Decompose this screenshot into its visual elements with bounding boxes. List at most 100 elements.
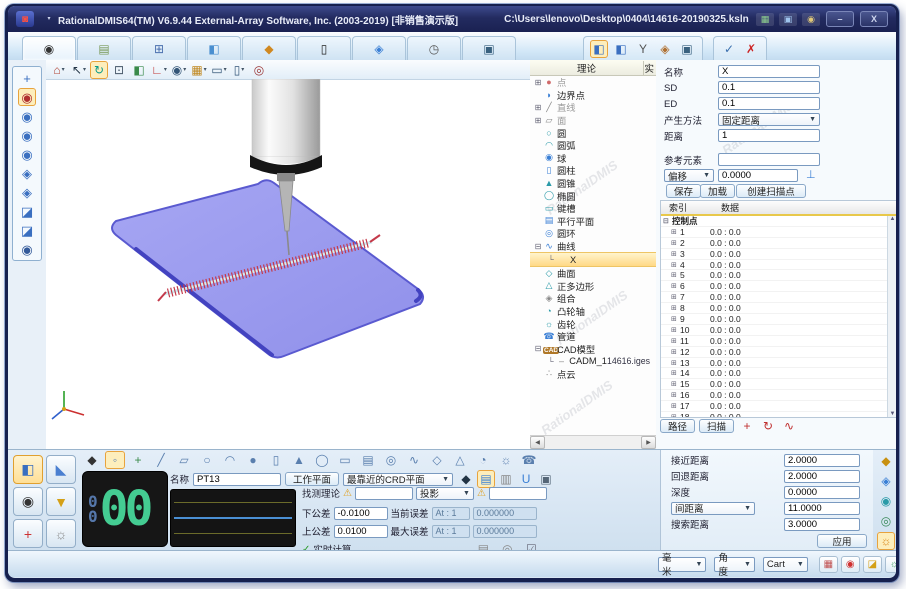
tree-item-slot[interactable]: ▭键槽 [530, 202, 656, 215]
gear-strip-icon[interactable]: ☼ [877, 532, 895, 550]
cylinder-view-icon[interactable]: ▯▾ [230, 61, 248, 79]
control-point-row-10[interactable]: ⊞100.0 : 0.0 [661, 325, 888, 336]
scroll-left-icon[interactable]: ◀ [530, 436, 545, 449]
fit-view-icon[interactable]: ◧ [130, 61, 148, 79]
control-point-row-5[interactable]: ⊞50.0 : 0.0 [661, 270, 888, 281]
pitch-select[interactable]: 间距离▼ [671, 502, 755, 515]
tree-item-curve-x[interactable]: └X [530, 252, 656, 267]
projection-input[interactable] [489, 487, 547, 500]
save-button[interactable]: 保存 [666, 184, 701, 198]
minimize-button[interactable]: – [826, 11, 854, 27]
probe-toggle-icon[interactable]: ◎ [250, 61, 268, 79]
tree-item-polygon[interactable]: △正多边形 [530, 280, 656, 293]
find-theory-input[interactable] [355, 487, 413, 500]
probe-mode-9-icon[interactable]: ◉ [18, 240, 36, 258]
tree-item-parallel-planes[interactable]: ▤平行平面 [530, 215, 656, 228]
rotate-view-icon[interactable]: ↻ [90, 61, 108, 79]
depth-input[interactable] [784, 486, 860, 499]
table-vscrollbar[interactable]: ▲ ▼ [887, 216, 896, 417]
view-cube-icon[interactable]: ◧ [590, 40, 608, 58]
scene-canvas[interactable] [46, 79, 530, 449]
probe-mode-3-icon[interactable]: ◉ [18, 126, 36, 144]
tree-item-plane[interactable]: ⊞▱面 [530, 114, 656, 127]
tree-item-arc[interactable]: ◠圆弧 [530, 139, 656, 152]
ref-element-input[interactable] [718, 153, 820, 166]
scan-button[interactable]: 扫描 [699, 419, 734, 433]
pitch-input[interactable] [784, 502, 860, 515]
probe-t-icon[interactable]: Y [634, 40, 652, 58]
search-distance-input[interactable] [784, 518, 860, 531]
curve-feature-icon[interactable]: ∿ [404, 451, 424, 469]
probe-alarm-icon[interactable]: ◉ [841, 556, 860, 573]
visibility-eye-icon[interactable]: ◉▾ [170, 61, 188, 79]
tree-item-camshaft[interactable]: ◔凸轮轴 [530, 305, 656, 318]
mouse-tab-icon[interactable]: ◉ [22, 36, 76, 60]
tree-item-ellipse[interactable]: ◯椭圆 [530, 189, 656, 202]
apply-button[interactable]: 应用 [817, 534, 867, 548]
ed-input[interactable] [718, 97, 820, 110]
diamond-tab-icon[interactable]: ◆ [242, 36, 296, 60]
tree-item-point-cloud[interactable]: ∴点云 [530, 368, 656, 381]
tree-item-cad-model[interactable]: ⊟CADCAD模型 [530, 342, 656, 355]
scroll-right-icon[interactable]: ▶ [641, 436, 656, 449]
angle-select[interactable]: 角度▼ [714, 557, 754, 572]
select-cursor-icon[interactable]: ↖▾ [70, 61, 88, 79]
chat-tab-icon[interactable]: ◧ [187, 36, 241, 60]
tree-item-pipe[interactable]: ☎管道 [530, 330, 656, 343]
name-input[interactable] [718, 65, 820, 78]
move-points-icon[interactable]: + [738, 417, 756, 435]
tree-item-point[interactable]: ⊞●点 [530, 76, 656, 89]
cylinder-feature-icon[interactable]: ▯ [266, 451, 286, 469]
lower-tolerance-input[interactable] [334, 507, 388, 520]
tree-item-boundary-point[interactable]: ◗边界点 [530, 89, 656, 102]
rotate-path-icon[interactable]: ↻ [759, 417, 777, 435]
path-button[interactable]: 路径 [660, 419, 695, 433]
monitor-view-icon[interactable]: ▣ [678, 40, 696, 58]
projection-select[interactable]: 投影▼ [416, 487, 474, 500]
label-tag-icon[interactable]: ▭▾ [210, 61, 228, 79]
surface-feature-icon[interactable]: ◇ [427, 451, 447, 469]
control-point-row-7[interactable]: ⊞70.0 : 0.0 [661, 292, 888, 303]
coordinate-axes-icon[interactable]: + [13, 519, 43, 548]
probe-mode-7-icon[interactable]: ◪ [18, 202, 36, 220]
probe-tab-icon[interactable]: ▯ [297, 36, 351, 60]
tree-item-cone[interactable]: ▲圆锥 [530, 177, 656, 190]
monitor-cast-icon[interactable]: ▣ [779, 13, 797, 26]
tree-item-curve[interactable]: ⊟∿曲线 [530, 240, 656, 253]
offset-select[interactable]: 偏移▼ [664, 169, 714, 182]
pipe-feature-icon[interactable]: ☎ [519, 451, 539, 469]
tree-item-gear[interactable]: ☼齿轮 [530, 317, 656, 330]
pin-icon[interactable]: + [18, 69, 36, 87]
control-point-row-4[interactable]: ⊞40.0 : 0.0 [661, 260, 888, 271]
line-feature-icon[interactable]: ╱ [151, 451, 171, 469]
coord-select[interactable]: Cart▼ [763, 557, 808, 572]
tree-item-circle[interactable]: ○圆 [530, 126, 656, 139]
tree-item-sphere[interactable]: ◉球 [530, 152, 656, 165]
plane-feature-icon[interactable]: ▱ [174, 451, 194, 469]
control-point-row-2[interactable]: ⊞20.0 : 0.0 [661, 238, 888, 249]
control-point-row-1[interactable]: ⊞10.0 : 0.0 [661, 227, 888, 238]
approach-distance-input[interactable] [784, 454, 860, 467]
slot-feature-icon[interactable]: ▭ [335, 451, 355, 469]
sd-input[interactable] [718, 81, 820, 94]
color-settings-icon[interactable]: ☼ [885, 556, 896, 573]
monitor-tab-icon[interactable]: ▣ [462, 36, 516, 60]
machine-tools-icon[interactable]: ☼ [46, 519, 76, 548]
zoom-window-icon[interactable]: ⊡ [110, 61, 128, 79]
screen-share-icon[interactable]: ▦ [756, 13, 774, 26]
tool-gold-icon[interactable]: ▼ [46, 487, 76, 516]
close-button[interactable]: X [860, 11, 888, 27]
control-point-row-13[interactable]: ⊞130.0 : 0.0 [661, 358, 888, 369]
scroll-up-icon[interactable]: ▲ [890, 216, 896, 222]
tree-item-combine[interactable]: ◈组合 [530, 292, 656, 305]
data-column-header[interactable]: 数据 [721, 201, 896, 214]
magnifier-strip-icon[interactable]: ◉ [877, 492, 895, 510]
home-icon[interactable]: ⌂▾ [50, 61, 68, 79]
control-point-row-16[interactable]: ⊞160.0 : 0.0 [661, 390, 888, 401]
control-point-row-15[interactable]: ⊞150.0 : 0.0 [661, 379, 888, 390]
axes-tool-icon[interactable]: ∟▾ [150, 61, 168, 79]
probe-strip-icon[interactable]: ◎ [877, 512, 895, 530]
sphere-feature-icon[interactable]: ● [243, 451, 263, 469]
probe-mode-1-icon[interactable]: ◉ [18, 88, 36, 106]
control-point-row-14[interactable]: ⊞140.0 : 0.0 [661, 368, 888, 379]
